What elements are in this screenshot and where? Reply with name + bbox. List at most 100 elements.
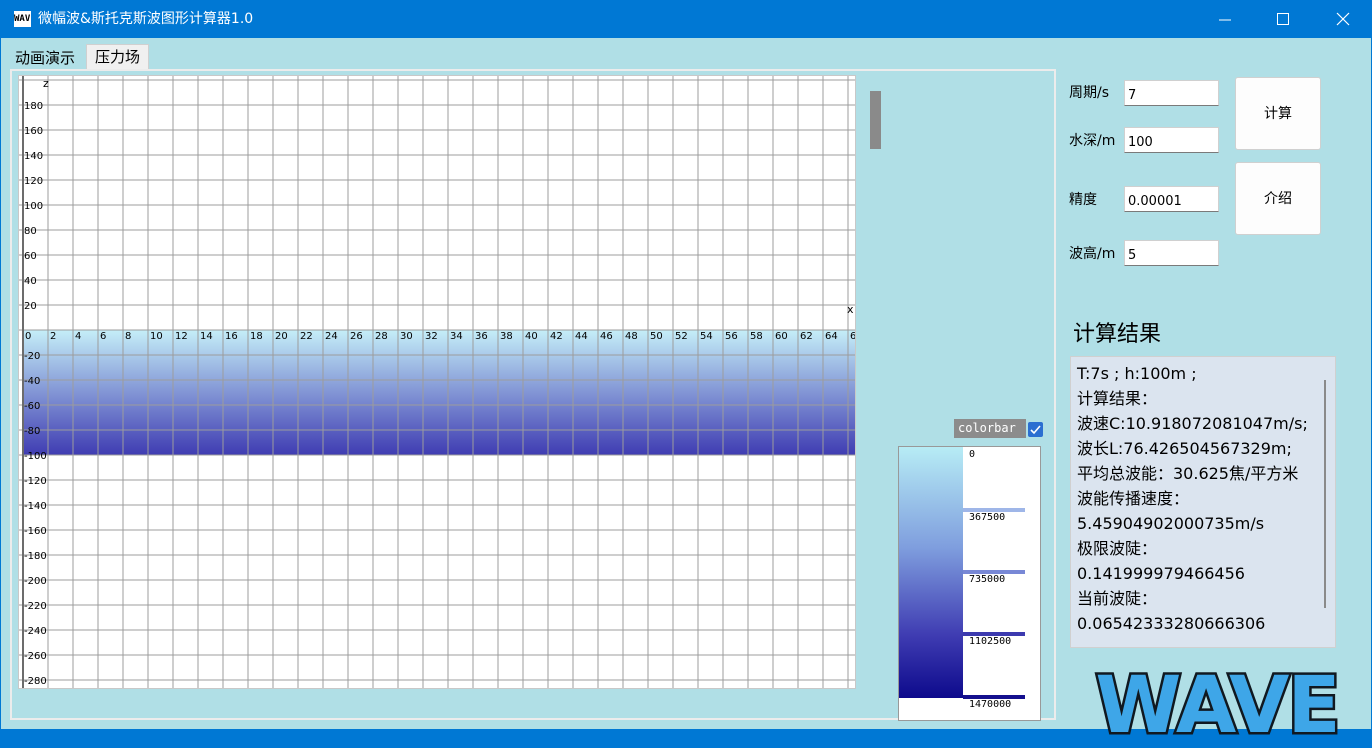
wave-height-input[interactable] xyxy=(1124,240,1219,266)
precision-input[interactable] xyxy=(1124,186,1219,212)
x-tick-label: 34 xyxy=(450,331,463,342)
x-tick-label: 50 xyxy=(650,331,663,342)
z-axis-label: z xyxy=(43,77,49,90)
x-tick-label: 2 xyxy=(50,331,56,342)
precision-label: 精度 xyxy=(1069,192,1097,208)
x-tick-label: 64 xyxy=(825,331,838,342)
colorbar-label: colorbar xyxy=(954,419,1026,438)
pressure-field-chart: 0 2 4 6 8 10 12 14 16 18 20 22 24 26 28 30 32 34 36 38 40 42 4… xyxy=(19,76,855,688)
z-tick-label: -120 xyxy=(24,476,47,487)
x-tick-label: 10 xyxy=(150,331,163,342)
results-heading: 计算结果 xyxy=(1073,322,1162,347)
result-line: 波能传播速度： xyxy=(1077,489,1190,508)
z-tick-label: 40 xyxy=(24,276,37,287)
result-line: 当前波陡： xyxy=(1077,589,1158,608)
calculate-button[interactable]: 计算 xyxy=(1235,77,1321,150)
minimize-icon xyxy=(1219,19,1231,21)
x-tick-label: 16 xyxy=(225,331,238,342)
x-tick-label: 28 xyxy=(375,331,388,342)
x-tick-label: 38 xyxy=(500,331,513,342)
z-tick-label: -140 xyxy=(24,501,47,512)
result-line: 0.141999979466456 xyxy=(1077,564,1245,583)
z-tick-label: 20 xyxy=(24,301,37,312)
window-title: 微幅波&斯托克斯波图形计算器1.0 xyxy=(38,11,254,27)
result-line: 计算结果： xyxy=(1077,389,1158,408)
x-tick-label: 12 xyxy=(175,331,188,342)
z-tick-label: 100 xyxy=(24,201,43,212)
wave-logo: WAVE xyxy=(1093,660,1343,748)
x-tick-label: 60 xyxy=(775,331,788,342)
colorbar-tick-label: 1470000 xyxy=(969,699,1012,710)
period-input[interactable] xyxy=(1124,80,1219,106)
result-line: 5.45904902000735m/s xyxy=(1077,514,1265,533)
maximize-button[interactable] xyxy=(1254,0,1312,38)
x-axis-label: x xyxy=(847,303,854,316)
depth-label: 水深/m xyxy=(1069,133,1116,149)
period-label: 周期/s xyxy=(1069,85,1110,101)
x-tick-label: 0 xyxy=(25,331,31,342)
colorbar: 0 367500 735000 1102500 1470000 xyxy=(898,446,1041,721)
close-button[interactable] xyxy=(1314,0,1372,38)
x-tick-label: 14 xyxy=(200,331,213,342)
x-tick-label: 8 xyxy=(125,331,131,342)
x-tick-label: 42 xyxy=(550,331,563,342)
results-text: T:7s ; h:100m ; 计算结果： 波速C:10.91807208104… xyxy=(1077,361,1313,636)
x-tick-label: 48 xyxy=(625,331,638,342)
z-tick-label: -200 xyxy=(24,576,47,587)
logo-text: WAVE xyxy=(1095,661,1338,748)
z-tick-label: -220 xyxy=(24,601,47,612)
z-tick-label: -160 xyxy=(24,526,47,537)
x-tick-label: 22 xyxy=(300,331,313,342)
tab-animation-demo[interactable]: 动画演示 xyxy=(11,48,79,68)
z-tick-label: -80 xyxy=(24,426,40,437)
wave-height-label: 波高/m xyxy=(1069,246,1116,262)
minimize-button[interactable] xyxy=(1196,0,1254,38)
x-tick-label: 18 xyxy=(250,331,263,342)
x-tick-label: 30 xyxy=(400,331,413,342)
colorbar-tick-label: 367500 xyxy=(969,512,1006,523)
z-tick-label: 160 xyxy=(24,126,43,137)
z-tick-label: -100 xyxy=(24,451,47,462)
checkmark-icon xyxy=(1030,425,1041,435)
title-bar: WAVE 微幅波&斯托克斯波图形计算器1.0 xyxy=(0,0,1372,38)
z-tick-label: 120 xyxy=(24,176,43,187)
plot-scrollbar-thumb[interactable] xyxy=(870,91,881,149)
z-tick-label: 60 xyxy=(24,251,37,262)
x-tick-label: 56 xyxy=(725,331,738,342)
z-tick-label: 80 xyxy=(24,226,37,237)
x-tick-label: 26 xyxy=(350,331,363,342)
pressure-field-plot: 0 2 4 6 8 10 12 14 16 18 20 22 24 26 28 30 32 34 36 38 40 42 4… xyxy=(18,75,856,689)
x-tick-label: 24 xyxy=(325,331,338,342)
z-tick-label: -240 xyxy=(24,626,47,637)
z-tick-label: -20 xyxy=(24,351,40,362)
z-tick-label: -180 xyxy=(24,551,47,562)
colorbar-tick-label: 0 xyxy=(969,449,976,460)
result-line: 波长L:76.426504567329m; xyxy=(1077,439,1292,458)
result-line: 波速C:10.918072081047m/s; xyxy=(1077,414,1308,433)
app-icon: WAVE xyxy=(14,11,31,27)
x-tick-label: 58 xyxy=(750,331,763,342)
results-textbox[interactable]: T:7s ; h:100m ; 计算结果： 波速C:10.91807208104… xyxy=(1070,356,1336,648)
colorbar-gradient xyxy=(899,447,963,698)
client-area: 动画演示 压力场 0 2 4 6 8 10 12 14 16 18 20 22 24 26 28 30 32 34… xyxy=(1,38,1371,748)
x-tick-label: 20 xyxy=(275,331,288,342)
z-tick-label: -40 xyxy=(24,376,40,387)
x-tick-label: 44 xyxy=(575,331,588,342)
x-tick-label: 40 xyxy=(525,331,538,342)
x-tick-label: 54 xyxy=(700,331,713,342)
intro-button[interactable]: 介绍 xyxy=(1235,162,1321,235)
x-tick-label: 52 xyxy=(675,331,688,342)
z-tick-label: 180 xyxy=(24,101,43,112)
colorbar-tick-label: 735000 xyxy=(969,574,1006,585)
x-tick-label: 32 xyxy=(425,331,438,342)
x-tick-label: 36 xyxy=(475,331,488,342)
result-line: 平均总波能：30.625焦/平方米 xyxy=(1077,464,1299,483)
plot-scrollbar[interactable] xyxy=(862,75,886,689)
x-tick-label: 62 xyxy=(800,331,813,342)
z-tick-label: -260 xyxy=(24,651,47,662)
depth-input[interactable] xyxy=(1124,127,1219,153)
result-line: T:7s ; h:100m ; xyxy=(1077,364,1197,383)
colorbar-checkbox[interactable] xyxy=(1028,422,1043,437)
tab-pressure-field[interactable]: 压力场 xyxy=(86,44,150,71)
results-scrollbar[interactable] xyxy=(1324,380,1326,608)
